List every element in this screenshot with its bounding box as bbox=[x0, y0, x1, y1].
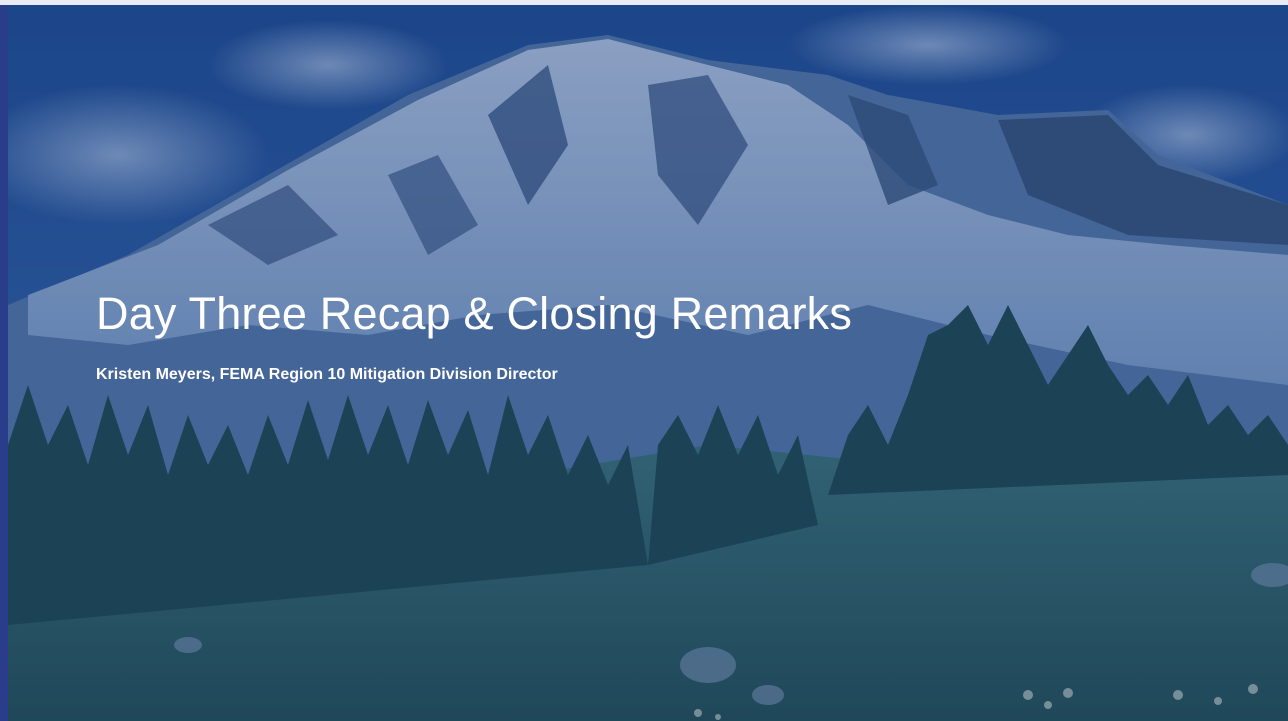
slide-title: Day Three Recap & Closing Remarks bbox=[96, 288, 853, 339]
slide-subtitle: Kristen Meyers, FEMA Region 10 Mitigatio… bbox=[96, 366, 558, 383]
left-accent-bar bbox=[0, 0, 8, 721]
blue-tint-overlay bbox=[8, 5, 1288, 721]
title-slide: Day Three Recap & Closing Remarks Kriste… bbox=[0, 0, 1288, 721]
